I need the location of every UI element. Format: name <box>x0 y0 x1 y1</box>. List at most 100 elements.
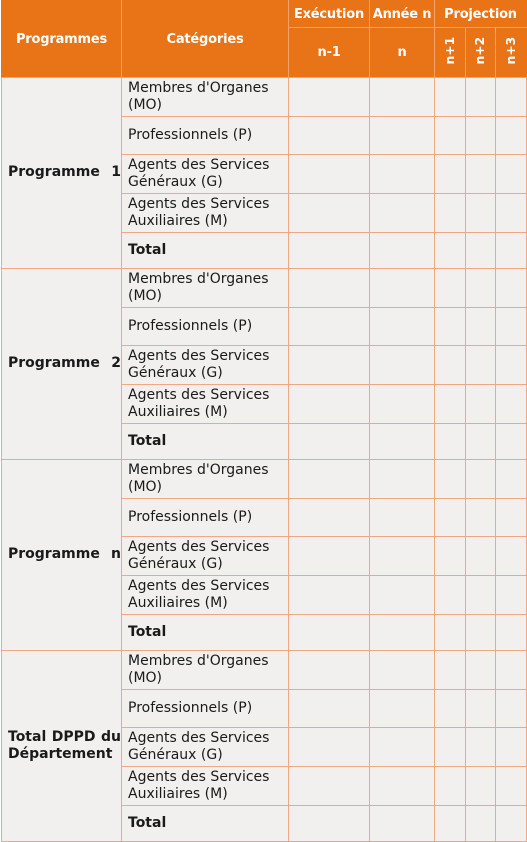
cell-exec-n-minus-1[interactable] <box>288 193 370 234</box>
cell-n-plus-3[interactable] <box>494 689 527 729</box>
cell-n-plus-1[interactable] <box>434 575 466 616</box>
cell-annee-n[interactable] <box>369 154 435 195</box>
cell-exec-n-minus-1[interactable] <box>288 76 370 118</box>
cell-annee-n[interactable] <box>369 727 435 768</box>
cell-exec-n-minus-1[interactable] <box>288 423 370 461</box>
cell-n-plus-3[interactable] <box>494 459 527 500</box>
cell-annee-n[interactable] <box>369 384 435 425</box>
cell-exec-n-minus-1[interactable] <box>288 805 370 842</box>
cell-n-plus-1[interactable] <box>434 345 466 386</box>
cell-n-plus-2[interactable] <box>465 76 496 118</box>
cell-n-plus-2[interactable] <box>465 766 496 807</box>
cell-n-plus-2[interactable] <box>465 193 496 234</box>
cell-n-plus-1[interactable] <box>434 154 466 195</box>
cell-exec-n-minus-1[interactable] <box>288 650 370 691</box>
cell-annee-n[interactable] <box>369 232 435 270</box>
cell-n-plus-3[interactable] <box>494 76 527 118</box>
cell-n-plus-3[interactable] <box>494 307 527 347</box>
cell-n-plus-3[interactable] <box>494 232 527 270</box>
cell-n-plus-3[interactable] <box>494 423 527 461</box>
cell-n-plus-3[interactable] <box>494 536 527 577</box>
cell-n-plus-1[interactable] <box>434 459 466 500</box>
cell-annee-n[interactable] <box>369 766 435 807</box>
cell-annee-n[interactable] <box>369 689 435 729</box>
cell-exec-n-minus-1[interactable] <box>288 384 370 425</box>
cell-n-plus-2[interactable] <box>465 614 496 652</box>
cell-n-plus-2[interactable] <box>465 536 496 577</box>
cell-n-plus-3[interactable] <box>494 498 527 538</box>
cell-n-plus-2[interactable] <box>465 268 496 309</box>
cell-exec-n-minus-1[interactable] <box>288 154 370 195</box>
cell-n-plus-2[interactable] <box>465 384 496 425</box>
cell-annee-n[interactable] <box>369 536 435 577</box>
cell-n-plus-2[interactable] <box>465 423 496 461</box>
cell-annee-n[interactable] <box>369 345 435 386</box>
cell-n-plus-1[interactable] <box>434 766 466 807</box>
cell-annee-n[interactable] <box>369 614 435 652</box>
cell-n-plus-3[interactable] <box>494 116 527 156</box>
cell-n-plus-3[interactable] <box>494 193 527 234</box>
cell-n-plus-1[interactable] <box>434 689 466 729</box>
cell-n-plus-2[interactable] <box>465 345 496 386</box>
cell-annee-n[interactable] <box>369 650 435 691</box>
cell-n-plus-2[interactable] <box>465 307 496 347</box>
cell-annee-n[interactable] <box>369 116 435 156</box>
cell-n-plus-3[interactable] <box>494 268 527 309</box>
cell-n-plus-3[interactable] <box>494 345 527 386</box>
cell-exec-n-minus-1[interactable] <box>288 689 370 729</box>
cell-exec-n-minus-1[interactable] <box>288 345 370 386</box>
cell-n-plus-3[interactable] <box>494 384 527 425</box>
cell-n-plus-2[interactable] <box>465 498 496 538</box>
cell-n-plus-2[interactable] <box>465 116 496 156</box>
cell-exec-n-minus-1[interactable] <box>288 116 370 156</box>
cell-exec-n-minus-1[interactable] <box>288 614 370 652</box>
cell-exec-n-minus-1[interactable] <box>288 268 370 309</box>
cell-n-plus-2[interactable] <box>465 689 496 729</box>
cell-n-plus-1[interactable] <box>434 536 466 577</box>
cell-n-plus-1[interactable] <box>434 193 466 234</box>
cell-n-plus-3[interactable] <box>494 614 527 652</box>
cell-exec-n-minus-1[interactable] <box>288 459 370 500</box>
cell-n-plus-1[interactable] <box>434 384 466 425</box>
cell-exec-n-minus-1[interactable] <box>288 307 370 347</box>
cell-n-plus-2[interactable] <box>465 575 496 616</box>
cell-n-plus-2[interactable] <box>465 154 496 195</box>
cell-n-plus-1[interactable] <box>434 423 466 461</box>
cell-annee-n[interactable] <box>369 193 435 234</box>
cell-annee-n[interactable] <box>369 76 435 118</box>
cell-n-plus-2[interactable] <box>465 805 496 842</box>
cell-n-plus-2[interactable] <box>465 727 496 768</box>
cell-n-plus-1[interactable] <box>434 116 466 156</box>
cell-exec-n-minus-1[interactable] <box>288 536 370 577</box>
cell-n-plus-1[interactable] <box>434 268 466 309</box>
cell-annee-n[interactable] <box>369 307 435 347</box>
cell-n-plus-3[interactable] <box>494 154 527 195</box>
cell-n-plus-1[interactable] <box>434 727 466 768</box>
cell-annee-n[interactable] <box>369 575 435 616</box>
cell-exec-n-minus-1[interactable] <box>288 498 370 538</box>
cell-exec-n-minus-1[interactable] <box>288 766 370 807</box>
cell-n-plus-3[interactable] <box>494 727 527 768</box>
cell-n-plus-1[interactable] <box>434 498 466 538</box>
cell-annee-n[interactable] <box>369 498 435 538</box>
cell-n-plus-2[interactable] <box>465 459 496 500</box>
cell-n-plus-1[interactable] <box>434 614 466 652</box>
cell-n-plus-1[interactable] <box>434 76 466 118</box>
cell-exec-n-minus-1[interactable] <box>288 727 370 768</box>
cell-n-plus-1[interactable] <box>434 650 466 691</box>
cell-annee-n[interactable] <box>369 423 435 461</box>
cell-n-plus-3[interactable] <box>494 650 527 691</box>
cell-n-plus-1[interactable] <box>434 805 466 842</box>
cell-n-plus-2[interactable] <box>465 232 496 270</box>
cell-annee-n[interactable] <box>369 805 435 842</box>
cell-annee-n[interactable] <box>369 268 435 309</box>
cell-n-plus-3[interactable] <box>494 805 527 842</box>
cell-exec-n-minus-1[interactable] <box>288 575 370 616</box>
cell-n-plus-1[interactable] <box>434 307 466 347</box>
cell-n-plus-1[interactable] <box>434 232 466 270</box>
cell-annee-n[interactable] <box>369 459 435 500</box>
cell-exec-n-minus-1[interactable] <box>288 232 370 270</box>
cell-n-plus-2[interactable] <box>465 650 496 691</box>
cell-n-plus-3[interactable] <box>494 766 527 807</box>
cell-n-plus-3[interactable] <box>494 575 527 616</box>
